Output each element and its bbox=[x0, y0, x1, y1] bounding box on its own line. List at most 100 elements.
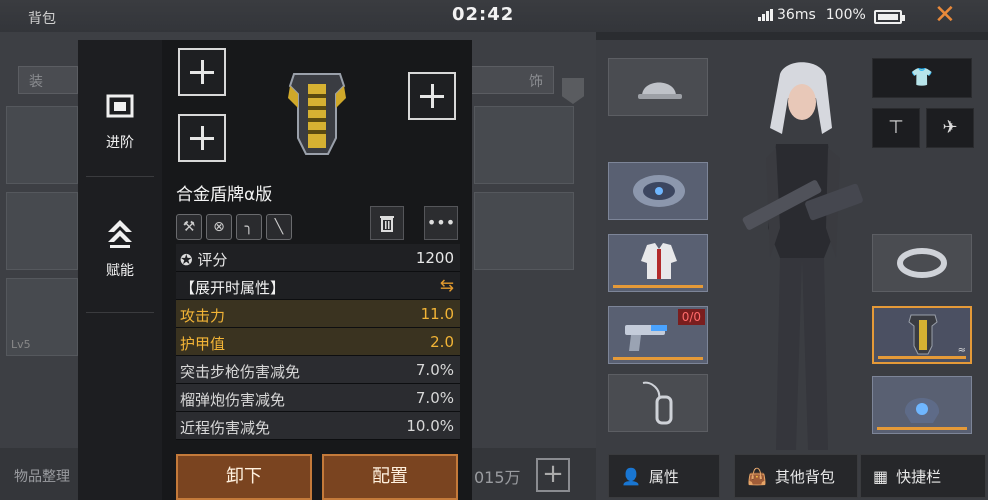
durability-bar bbox=[878, 356, 966, 359]
ring-slot[interactable] bbox=[872, 234, 972, 292]
mod-mark-icon: ≈ bbox=[957, 345, 966, 356]
attachment-slot-add[interactable] bbox=[178, 114, 226, 162]
hotbar-icon: ▦ bbox=[873, 466, 889, 486]
dog-tag-icon bbox=[642, 381, 673, 425]
inventory-card[interactable]: Lv5 bbox=[6, 278, 78, 356]
more-options-button[interactable]: ••• bbox=[424, 206, 458, 240]
swap-icon[interactable]: ⇆ bbox=[440, 276, 454, 296]
section-header-label: 【展开时属性】 bbox=[180, 279, 286, 297]
unequip-button[interactable]: 卸下 bbox=[176, 454, 312, 500]
backpack-slot[interactable] bbox=[608, 162, 708, 220]
screen-title: 背包 bbox=[28, 11, 56, 27]
sort-items-label[interactable]: 物品整理 bbox=[14, 466, 70, 486]
durability-bar bbox=[877, 427, 967, 430]
battery-text: 100% bbox=[825, 7, 866, 23]
close-icon[interactable]: ✕ bbox=[934, 2, 956, 28]
score-row: ✪ 评分 1200 bbox=[176, 244, 460, 272]
tab-other-bag-label: 其他背包 bbox=[774, 467, 835, 486]
pin-icon bbox=[562, 78, 584, 104]
drone-icon: ✈ bbox=[942, 117, 958, 138]
stat-value: 7.0% bbox=[415, 361, 454, 379]
tab-other-bag[interactable]: 👜 其他背包 bbox=[734, 454, 858, 498]
jacket-icon bbox=[641, 243, 677, 279]
inventory-card[interactable] bbox=[474, 192, 574, 270]
stat-label: 护甲值 bbox=[180, 335, 226, 353]
stat-row: 护甲值 2.0 bbox=[176, 328, 460, 356]
item-detail-panel: 合金盾牌α版 ⚒ ⊗ ╮ ╲ ••• ✪ 评分 1200 【展开时属性】 ⇆ 攻… bbox=[162, 40, 472, 500]
add-currency-button[interactable]: + bbox=[536, 458, 570, 492]
mask-icon bbox=[904, 398, 940, 423]
nav-advance[interactable]: 进阶 bbox=[78, 88, 162, 152]
tab-attributes-label: 属性 bbox=[648, 467, 679, 486]
trash-icon bbox=[380, 216, 394, 232]
tag-slot[interactable] bbox=[608, 374, 708, 432]
latency-text: 36ms bbox=[777, 7, 816, 23]
shield-icon bbox=[908, 314, 938, 355]
advance-icon bbox=[106, 94, 134, 118]
network-status: 36ms 100% bbox=[758, 7, 866, 23]
inventory-card[interactable] bbox=[474, 106, 574, 184]
helmet-mask-slot[interactable] bbox=[872, 376, 972, 434]
stat-value: 7.0% bbox=[415, 389, 454, 407]
rating-icon: ✪ bbox=[180, 251, 198, 269]
weapon-slot[interactable]: 0/0 bbox=[608, 306, 708, 364]
inventory-card[interactable] bbox=[6, 106, 78, 184]
tab-hotbar[interactable]: ▦ 快捷栏 bbox=[860, 454, 986, 498]
shield-slot[interactable]: ≈ bbox=[872, 306, 972, 364]
stat-row: 近程伤害减免 10.0% bbox=[176, 412, 460, 440]
blade-icon[interactable]: ╲ bbox=[266, 214, 292, 240]
cap-icon bbox=[638, 82, 682, 99]
stat-row: 突击步枪伤害减免 7.0% bbox=[176, 356, 460, 384]
inventory-tab[interactable]: 饰 bbox=[464, 66, 554, 94]
more-icon: ••• bbox=[426, 213, 456, 232]
shirt-icon: 👕 bbox=[910, 67, 934, 88]
attachment-slot-add[interactable] bbox=[408, 72, 456, 120]
score-value: 1200 bbox=[415, 249, 454, 267]
stat-value: 11.0 bbox=[420, 305, 454, 323]
item-stats: ✪ 评分 1200 【展开时属性】 ⇆ 攻击力 11.0 护甲值 2.0 突击步… bbox=[176, 244, 460, 440]
signal-icon bbox=[758, 9, 773, 21]
score-label: ✪ 评分 bbox=[180, 249, 227, 270]
stat-label: 突击步枪伤害减免 bbox=[180, 363, 301, 381]
no-mod-icon[interactable]: ⊗ bbox=[206, 214, 232, 240]
score-label-text: 评分 bbox=[197, 251, 228, 269]
section-header[interactable]: 【展开时属性】 ⇆ bbox=[176, 272, 460, 300]
configure-button[interactable]: 配置 bbox=[322, 454, 458, 500]
stat-label: 近程伤害减免 bbox=[180, 419, 271, 437]
delete-button[interactable] bbox=[370, 206, 404, 240]
ammo-badge: 0/0 bbox=[677, 309, 705, 325]
attachment-slot-add[interactable] bbox=[178, 48, 226, 96]
battery-icon bbox=[874, 10, 905, 24]
stat-value: 2.0 bbox=[430, 333, 454, 351]
ring-icon bbox=[897, 248, 947, 278]
backpack-icon bbox=[633, 175, 685, 207]
inventory-card[interactable] bbox=[6, 192, 78, 270]
helmet-slot[interactable] bbox=[608, 58, 708, 116]
wrench-icon[interactable]: ⚒ bbox=[176, 214, 202, 240]
turret-slot[interactable]: ⊤ bbox=[872, 108, 920, 148]
nav-divider bbox=[86, 312, 154, 313]
empower-icon bbox=[108, 220, 132, 248]
shield-item-icon bbox=[288, 73, 346, 155]
nav-empower[interactable]: 赋能 bbox=[78, 216, 162, 280]
tab-attributes[interactable]: 👤 属性 bbox=[608, 454, 720, 498]
person-icon: 👤 bbox=[621, 466, 641, 486]
nav-advance-label: 进阶 bbox=[106, 135, 134, 151]
bag-icon: 👜 bbox=[747, 466, 767, 486]
clock: 02:42 bbox=[452, 4, 515, 25]
outfit-button[interactable]: 👕 bbox=[872, 58, 972, 98]
durability-bar bbox=[613, 357, 703, 360]
side-nav: 进阶 赋能 bbox=[78, 40, 162, 500]
tab-hotbar-label: 快捷栏 bbox=[896, 467, 942, 486]
character-model bbox=[742, 62, 863, 450]
currency-value: 015万 bbox=[474, 468, 521, 487]
stat-value: 10.0% bbox=[406, 417, 454, 435]
pistol-icon bbox=[625, 325, 667, 351]
nav-divider bbox=[86, 176, 154, 177]
stat-label: 榴弹炮伤害减免 bbox=[180, 391, 286, 409]
armor-slot[interactable] bbox=[608, 234, 708, 292]
hook-icon[interactable]: ╮ bbox=[236, 214, 262, 240]
drone-slot[interactable]: ✈ bbox=[926, 108, 974, 148]
status-bar: 背包 02:42 36ms 100% ✕ bbox=[0, 0, 988, 32]
inventory-tab[interactable]: 装 bbox=[18, 66, 78, 94]
